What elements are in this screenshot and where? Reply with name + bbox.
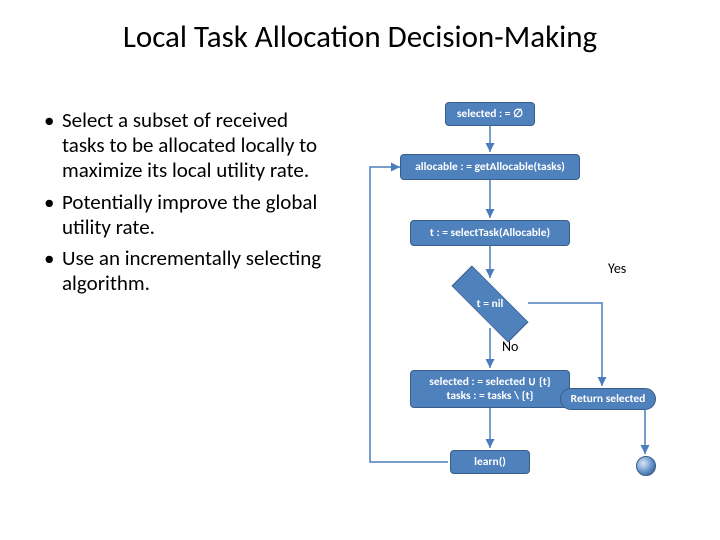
- terminal-return: Return selected: [560, 388, 656, 410]
- decision-label: t = nil: [450, 280, 530, 328]
- node-get-allocable: allocable : = getAllocable(tasks): [400, 154, 580, 180]
- bullet-2: Potentially improve the global utility r…: [62, 190, 330, 240]
- decision-t-nil: t = nil: [450, 280, 530, 328]
- node-update-line2: tasks : = tasks \ {t}: [446, 389, 533, 403]
- node-update-sets: selected : = selected ∪ {t} tasks : = ta…: [410, 370, 570, 408]
- bullet-1: Select a subset of received tasks to be …: [62, 108, 330, 184]
- node-learn: learn(): [450, 450, 530, 474]
- bullet-3: Use an incrementally selecting algorithm…: [62, 246, 330, 296]
- slide-title: Local Task Allocation Decision-Making: [0, 18, 720, 56]
- bullet-list: Select a subset of received tasks to be …: [40, 108, 330, 302]
- connector-sphere: [636, 456, 656, 476]
- flowchart: selected : = ∅ allocable : = getAllocabl…: [350, 100, 710, 520]
- node-selected-init: selected : = ∅: [445, 102, 535, 126]
- node-select-task: t : = selectTask(Allocable): [410, 220, 570, 246]
- label-no: No: [502, 338, 518, 355]
- label-yes: Yes: [608, 260, 626, 277]
- node-update-line1: selected : = selected ∪ {t}: [429, 375, 550, 389]
